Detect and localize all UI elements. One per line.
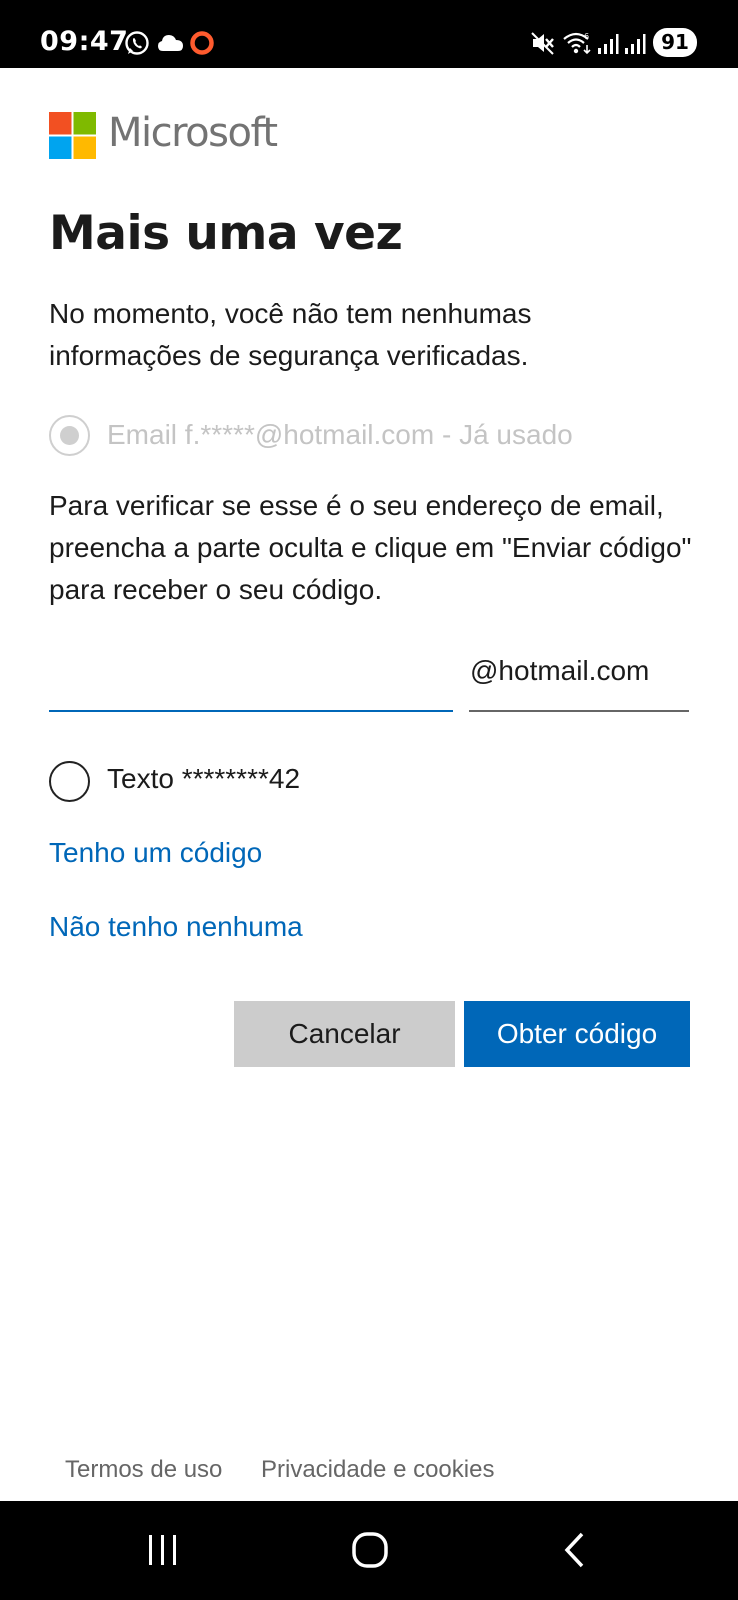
home-icon[interactable] xyxy=(351,1531,389,1574)
get-code-button[interactable]: Obter código xyxy=(464,1001,690,1067)
email-domain-suffix: @hotmail.com xyxy=(469,655,689,712)
have-code-link[interactable]: Tenho um código xyxy=(49,837,262,869)
intro-text: No momento, você não tem nenhumas inform… xyxy=(49,298,532,371)
battery-indicator: 91 xyxy=(653,28,697,57)
status-bar: 09:47 6 91 xyxy=(0,0,738,68)
cancel-button[interactable]: Cancelar xyxy=(234,1001,455,1067)
ring-notification-icon xyxy=(189,30,215,61)
system-nav-bar xyxy=(0,1501,738,1600)
back-icon[interactable] xyxy=(562,1531,588,1574)
text-option-radio[interactable] xyxy=(49,761,90,802)
text-option-label[interactable]: Texto ********42 xyxy=(107,763,300,795)
wifi-icon: 6 xyxy=(562,31,592,60)
recent-apps-icon[interactable] xyxy=(146,1533,180,1572)
microsoft-logo-icon xyxy=(49,112,96,159)
terms-link[interactable]: Termos de uso xyxy=(65,1456,222,1484)
email-prefix-input[interactable] xyxy=(49,650,453,712)
mute-icon xyxy=(531,31,555,60)
email-option-radio xyxy=(49,415,90,456)
microsoft-wordmark: Microsoft xyxy=(108,110,278,156)
svg-text:6: 6 xyxy=(584,32,589,41)
whatsapp-icon xyxy=(124,30,150,61)
cloud-icon xyxy=(157,33,185,58)
signal-icon xyxy=(624,33,646,60)
privacy-link[interactable]: Privacidade e cookies xyxy=(261,1456,494,1484)
status-time: 09:47 xyxy=(40,26,129,57)
verify-instructions: Para verificar se esse é o seu endereço … xyxy=(49,490,692,605)
signal-icon xyxy=(597,33,619,60)
have-none-link[interactable]: Não tenho nenhuma xyxy=(49,911,303,943)
email-option-label: Email f.*****@hotmail.com - Já usado xyxy=(107,419,573,450)
page-title: Mais uma vez xyxy=(49,206,403,261)
